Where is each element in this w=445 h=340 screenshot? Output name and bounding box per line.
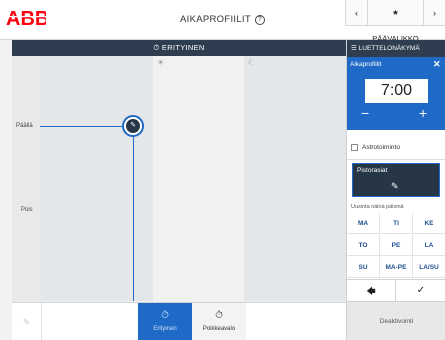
day-to[interactable]: TO <box>347 235 380 256</box>
back-button[interactable]: 🡄 <box>347 280 396 302</box>
tab-special-label: Erityinen <box>153 326 177 332</box>
night-band-evening <box>244 56 346 301</box>
svg-text:ABB: ABB <box>6 8 46 30</box>
y-label-on: Päällä <box>16 123 33 129</box>
day-ti[interactable]: TI <box>380 213 413 234</box>
list-view-button[interactable]: ☰ LUETTELONÄKYMÄ <box>347 40 445 57</box>
day-ke[interactable]: KE <box>413 213 445 234</box>
abb-logo: ABB <box>6 8 46 30</box>
app-root: ABB AIKAPROFIILIT? ‹ ★ PÄÄVALIKKO › ⏱ ER… <box>0 0 445 340</box>
edit-icon: ✎ <box>126 119 140 133</box>
tab-exception[interactable]: ⏱ Poikkeavalo <box>192 303 246 340</box>
target-card-label: Pistorasiat <box>357 167 388 174</box>
repeat-days-label: Uusinta näinä päivinä <box>351 204 404 210</box>
decrease-time-button[interactable]: − <box>361 105 369 121</box>
schedule-header-title: ERITYINEN <box>161 43 205 52</box>
pencil-icon[interactable]: ✎ <box>12 303 42 340</box>
detail-panel: ☰ LUETTELONÄKYMÄ Aikaprofiilit ✕ 7:00 − … <box>346 40 445 340</box>
nav-prev-button[interactable]: ‹ <box>345 0 367 26</box>
day-pe[interactable]: PE <box>380 235 413 256</box>
main-menu-button[interactable]: ★ PÄÄVALIKKO <box>367 0 423 43</box>
schedule-line-vertical <box>133 126 134 301</box>
action-bar: 🡄 ✓ <box>347 279 445 302</box>
timer-icon: ⏱ <box>153 43 160 52</box>
tab-bar: ✎ ⏱ Erityinen ⏱ Poikkeavalo <box>12 302 346 340</box>
y-label-off: Pois <box>21 207 33 213</box>
deactivate-button[interactable]: Deaktivointi <box>347 301 445 340</box>
time-value[interactable]: 7:00 <box>365 79 428 103</box>
timer-icon: ⏱ <box>161 310 169 321</box>
checkmark-icon: ✓ <box>416 285 426 296</box>
tab-special[interactable]: ⏱ Erityinen <box>138 303 192 340</box>
day-ma-pe[interactable]: MA-PE <box>380 257 413 278</box>
night-band-morning <box>40 56 153 301</box>
schedule-point-handle[interactable]: ✎ <box>122 115 144 137</box>
astro-checkbox[interactable] <box>351 144 358 151</box>
schedule-line-horizontal <box>40 126 134 127</box>
time-editor: Aikaprofiilit ✕ 7:00 − + <box>347 57 445 130</box>
moon-icon: ☾ <box>248 58 256 67</box>
question-circle-icon[interactable]: ? <box>254 15 265 25</box>
chevron-right-icon: › <box>433 8 436 18</box>
chevron-left-icon: ‹ <box>355 8 358 18</box>
schedule-panel: ⏱ ERITYINEN ☀ ☾ Päällä Pois ✎ 0246810121… <box>12 40 346 340</box>
day-band <box>153 56 244 301</box>
astro-toggle[interactable]: Astrotoiminto <box>347 141 445 155</box>
divider <box>347 159 445 160</box>
tab-exception-label: Poikkeavalo <box>202 326 236 332</box>
astro-label: Astrotoiminto <box>362 144 400 151</box>
target-card[interactable]: Pistorasiat ✎ <box>352 163 440 197</box>
day-la-su[interactable]: LA/SU <box>413 257 445 278</box>
page-title: AIKAPROFIILIT? <box>180 14 265 25</box>
increase-time-button[interactable]: + <box>419 105 427 121</box>
list-view-label: LUETTELONÄKYMÄ <box>358 45 420 52</box>
edit-icon: ✎ <box>391 181 399 191</box>
schedule-chart[interactable]: ☀ ☾ Päällä Pois ✎ <box>12 56 346 301</box>
sun-icon: ☀ <box>157 58 165 67</box>
day-ma[interactable]: MA <box>347 213 380 234</box>
page-title-text: AIKAPROFIILIT <box>180 14 251 25</box>
day-su[interactable]: SU <box>347 257 380 278</box>
top-bar: ABB AIKAPROFIILIT? ‹ ★ PÄÄVALIKKO › <box>0 0 445 43</box>
timer-icon: ⏱ <box>215 310 223 321</box>
star-icon: ★ <box>392 8 399 17</box>
close-icon[interactable]: ✕ <box>433 59 441 70</box>
confirm-button[interactable]: ✓ <box>396 280 445 302</box>
schedule-header: ⏱ ERITYINEN <box>12 40 346 56</box>
arrow-left-icon: 🡄 <box>366 286 376 296</box>
time-editor-title: Aikaprofiilit <box>350 61 382 68</box>
list-icon: ☰ <box>351 45 357 52</box>
day-la[interactable]: LA <box>413 235 445 256</box>
nav-next-button[interactable]: › <box>423 0 445 26</box>
